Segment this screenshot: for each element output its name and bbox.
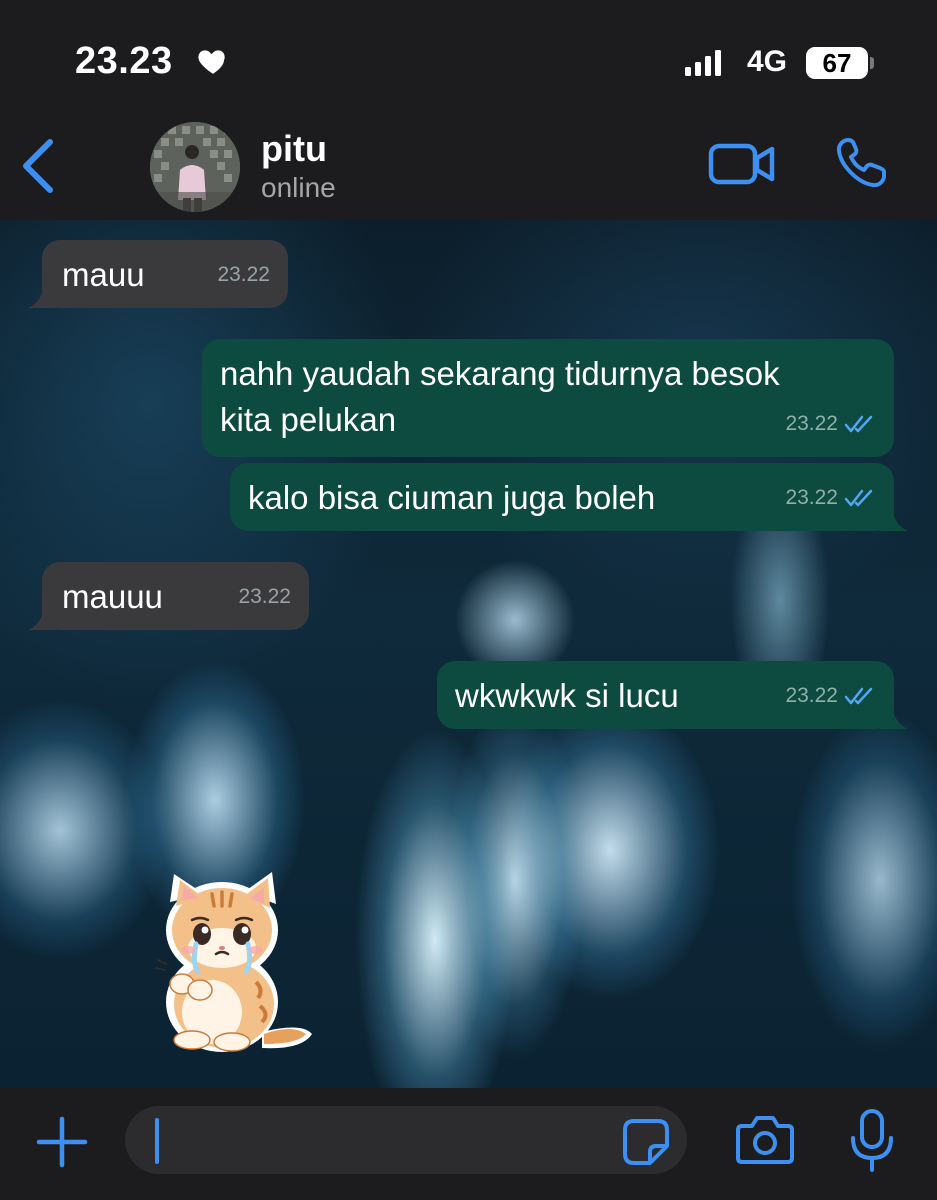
read-ticks-icon [844, 687, 873, 705]
read-ticks-icon [844, 415, 873, 433]
message-input-bar [0, 1088, 937, 1200]
chat-area[interactable]: mauu 23.22 nahh yaudah sekarang tidurnya… [0, 220, 937, 1088]
network-type: 4G [747, 45, 788, 78]
phone-call-icon[interactable] [834, 136, 888, 190]
contact-name[interactable]: pitu [261, 128, 327, 170]
video-call-icon[interactable] [708, 140, 776, 188]
message-meta: 23.22 [785, 401, 876, 447]
contact-status: online [261, 172, 336, 203]
message-incoming[interactable]: mauu 23.22 [28, 240, 288, 308]
camera-icon[interactable] [736, 1114, 794, 1166]
message-text-line-1: nahh yaudah sekarang tidurnya besok [220, 355, 780, 392]
status-time: 23.23 [75, 40, 173, 82]
bubble-tail [880, 507, 908, 531]
heart-icon [198, 50, 225, 74]
bubble-tail [28, 606, 56, 630]
status-bar: 23.23 4G 67 [0, 0, 937, 110]
signal-icon [685, 50, 721, 76]
read-ticks-icon [844, 489, 873, 507]
text-caret [155, 1118, 159, 1164]
contact-avatar[interactable] [150, 122, 240, 212]
battery-indicator: 67 [806, 47, 868, 79]
bubble-tail [880, 705, 908, 729]
battery-tip [870, 57, 874, 69]
sticker-icon[interactable] [622, 1118, 670, 1166]
message-time: 23.22 [785, 486, 838, 509]
message-time: 23.22 [238, 585, 291, 608]
message-meta: 23.22 [238, 574, 291, 620]
chat-header: pitu online [0, 110, 937, 220]
back-chevron-icon[interactable] [20, 138, 56, 194]
crying-cat-sticker[interactable] [152, 872, 312, 1054]
message-outgoing[interactable]: wkwkwk si lucu 23.22 [437, 661, 908, 729]
avatar-photo-icon [150, 122, 240, 212]
message-outgoing[interactable]: nahh yaudah sekarang tidurnya besok kita… [202, 339, 894, 457]
message-meta: 23.22 [217, 252, 270, 298]
message-outgoing[interactable]: kalo bisa ciuman juga boleh 23.22 [230, 463, 908, 531]
message-time: 23.22 [217, 263, 270, 286]
message-time: 23.22 [785, 412, 838, 435]
message-meta: 23.22 [785, 475, 876, 521]
message-time: 23.22 [785, 684, 838, 707]
microphone-icon[interactable] [850, 1108, 894, 1174]
message-incoming[interactable]: mauuu 23.22 [28, 562, 309, 630]
plus-attach-icon[interactable] [36, 1116, 88, 1168]
bubble-tail [28, 284, 56, 308]
message-input[interactable] [125, 1106, 687, 1174]
message-meta: 23.22 [785, 673, 876, 719]
